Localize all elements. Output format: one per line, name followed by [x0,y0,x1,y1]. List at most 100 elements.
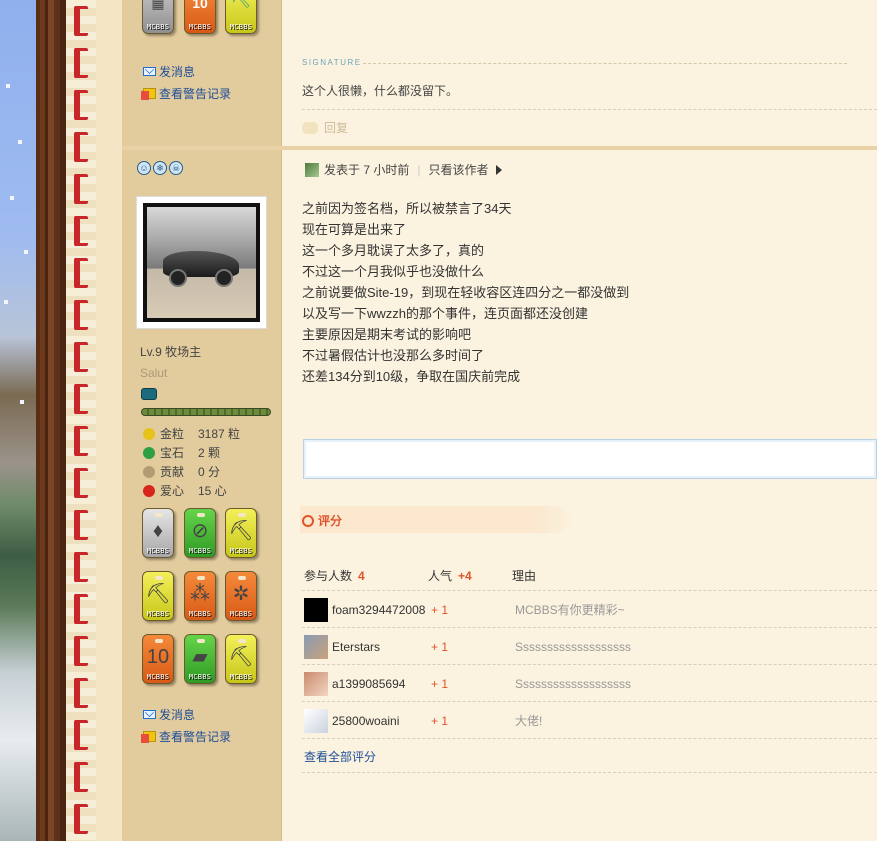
rating-row: a1399085694 + 1 Sssssssssssssssssss [304,665,877,702]
rating-score: + 1 [431,602,449,617]
view-warnings-link-top[interactable]: 查看警告记录 [141,85,232,102]
wall-hook [74,174,88,204]
view-warnings-label: 查看警告记录 [159,730,232,744]
rating-reason: MCBBS有你更精彩~ [515,603,625,617]
post-time: 发表于 7 小时前 [324,163,410,177]
reply-button[interactable]: 回复 [302,119,348,136]
wall-hook [74,258,88,288]
wall-hook [74,510,88,540]
number-10-medal-icon: 10 [192,0,208,11]
contribution-icon [143,465,155,478]
medal[interactable]: ⛏ MCBBS [225,0,257,34]
post-line: 以及写一下wwzzh的那个事件，连页面都还没创建 [302,306,589,321]
rating-score: + 1 [431,676,449,691]
post-line: 主要原因是期末考试的影响吧 [302,327,472,342]
play-triangle-icon[interactable] [496,164,503,175]
wall-hook [74,762,88,792]
warning-card-icon [141,731,156,743]
wall-hook [74,384,88,414]
background-wood-pillar [36,0,66,841]
view-all-ratings-link[interactable]: 查看全部评分 [304,748,376,765]
medal-text: MCBBS [229,610,253,618]
seeds-medal-icon: ⁂ [190,583,210,605]
send-message-link[interactable]: 发消息 [143,706,195,723]
wall-hook [74,216,88,246]
quick-reply-input[interactable] [303,439,877,479]
view-warnings-link[interactable]: 查看警告记录 [141,728,232,745]
wall-hook [74,132,88,162]
medal[interactable]: ⛏ MCBBS [225,508,257,558]
send-message-label: 发消息 [159,65,196,79]
wall-hook [74,678,88,708]
rating-title-label: 评分 [318,514,343,528]
stat-value: 2 颗 [198,446,221,460]
vip-icon [141,388,157,400]
post-line: 还差134分到10级，争取在国庆前完成 [302,369,521,384]
post-body: 之前因为签名档，所以被禁言了34天 现在可算是出来了 这一个多月耽误了太多了，真… [302,198,629,387]
signature-label: SIGNATURE [302,58,362,67]
rating-score: + 1 [431,713,449,728]
experience-bar [141,408,271,416]
background-snow-scene [0,0,36,841]
wall-hook [74,468,88,498]
wall-hook [74,342,88,372]
medal[interactable]: ⁂ MCBBS [184,571,216,621]
cactus-medal-icon: ✲ [232,583,250,605]
stat-gold: 金粒 3187 粒 [143,424,240,443]
wall-hook [74,48,88,78]
reason-header: 理由 [512,569,537,583]
rater-avatar[interactable] [304,597,328,622]
mail-icon [143,710,156,719]
medal[interactable]: ♦ MCBBS [142,508,174,558]
diamond-pickaxe-medal-icon: ⛏ [230,0,252,9]
wall-hook [74,720,88,750]
rating-title[interactable]: 评分 [302,512,342,529]
user-level: Lv.9 牧场主 [140,345,202,359]
medal[interactable]: ✲ MCBBS [225,571,257,621]
medal[interactable]: ▦ MCBBS [142,0,174,34]
medal[interactable]: ⛏ MCBBS [225,634,257,684]
meta-separator: | [417,162,421,177]
medal-text: MCBBS [188,673,212,681]
user-stats: 金粒 3187 粒 宝石 2 颗 贡献 0 分 爱心 15 心 [143,424,240,500]
popularity-header: 人气 +4 [428,567,472,584]
participants-label: 参与人数 [304,569,353,583]
medal[interactable]: ▰ MCBBS [184,634,216,684]
rater-avatar[interactable] [304,708,328,733]
send-message-link-top[interactable]: 发消息 [143,63,195,80]
rater-name[interactable]: Eterstars [332,640,431,654]
medal[interactable]: ⊘ MCBBS [184,508,216,558]
rater-avatar[interactable] [304,671,328,696]
avatar[interactable] [136,196,267,329]
ring-icon [302,514,314,527]
view-warnings-label: 查看警告记录 [159,87,232,101]
post-line: 之前说要做Site-19，到现在轻收容区连四分之一都没做到 [302,285,630,300]
medal[interactable]: ⛏ MCBBS [142,571,174,621]
gold-nugget-icon [143,427,155,440]
post-line: 现在可算是出来了 [302,222,407,237]
medal-text: MCBBS [229,547,253,555]
rater-name[interactable]: a1399085694 [332,677,431,691]
divider [302,109,877,110]
stat-label: 金粒 [160,427,185,441]
iron-pickaxe-medal-icon: ⛏ [145,583,171,605]
rater-name[interactable]: foam3294472008 [332,603,431,617]
stat-love: 爱心 15 心 [143,481,240,500]
rater-avatar[interactable] [304,634,328,659]
author-only-link[interactable]: 只看该作者 [428,161,488,178]
rater-name[interactable]: 25800woaini [332,714,431,728]
stat-label: 宝石 [160,446,185,460]
participants-header: 参与人数 4 [304,567,365,584]
custom-title: Salut [140,366,168,380]
warning-card-icon [141,88,156,100]
medal-text: MCBBS [146,673,170,681]
signature-text: 这个人很懒，什么都没留下。 [302,84,459,98]
medal[interactable]: 10 MCBBS [142,634,174,684]
background-wall [66,0,122,841]
post-meta: 发表于 7 小时前 | 只看该作者 [305,161,503,178]
medal[interactable]: 10 MCBBS [184,0,216,34]
reply-label: 回复 [324,121,349,135]
divider [302,772,877,773]
rating-row: 25800woaini + 1 大佬! [304,702,877,739]
wall-hook [74,594,88,624]
